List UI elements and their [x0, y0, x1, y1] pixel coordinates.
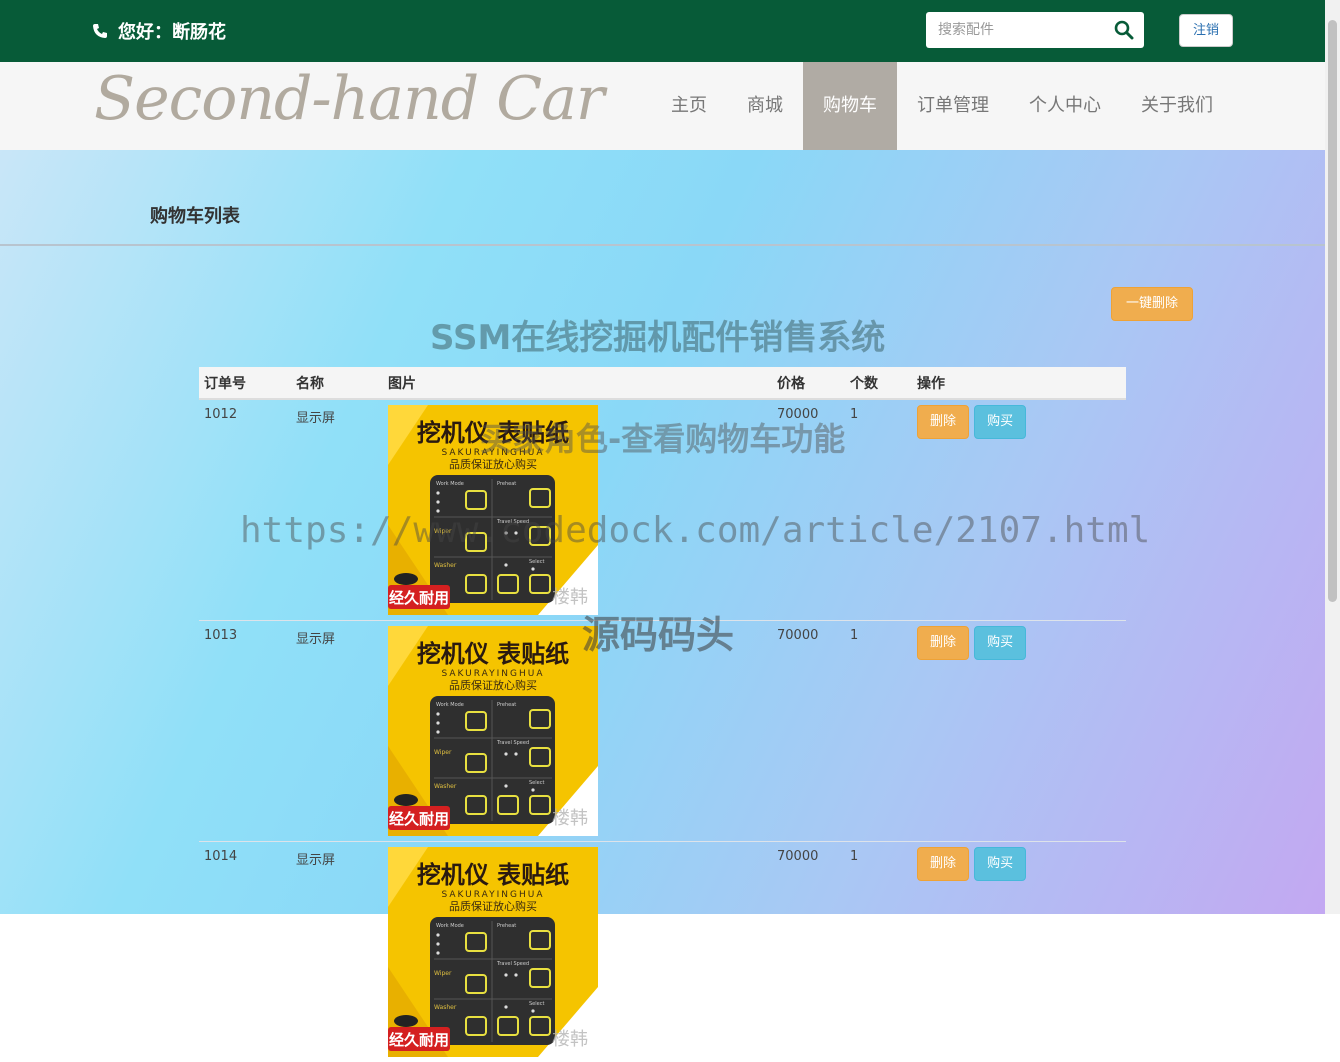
product-image-sub: SAKURAYINGHUA: [441, 669, 544, 679]
search-icon[interactable]: [1114, 20, 1134, 40]
watermark-role: 买家角色-查看购物车功能: [480, 414, 845, 460]
header-price: 价格: [772, 367, 845, 399]
page-scrollbar[interactable]: [1325, 0, 1340, 914]
product-image-l4: Select: [529, 1001, 544, 1007]
product-image-title: 挖机仪 表贴纸: [417, 640, 569, 668]
product-image-l0: Work Mode: [436, 481, 464, 487]
product-image[interactable]: 挖机仪 表贴纸 SAKURAYINGHUA 品质保证放心购买 Work Mode…: [388, 847, 598, 1057]
product-image-l3: Wiper: [434, 970, 452, 977]
product-image[interactable]: 挖机仪 表贴纸 SAKURAYINGHUA 品质保证放心购买 Work Mode…: [388, 626, 598, 836]
search-box: [926, 12, 1144, 48]
watermark-url: https://www.codedock.com/article/2107.ht…: [240, 510, 1150, 551]
price-cell: 70000: [772, 621, 845, 842]
nav-cart[interactable]: 购物车: [803, 62, 897, 150]
site-logo[interactable]: Second-hand Car: [94, 64, 604, 134]
buy-button[interactable]: 购买: [974, 626, 1026, 660]
product-image-sub: SAKURAYINGHUA: [441, 890, 544, 900]
nav-mall[interactable]: 商城: [727, 62, 803, 150]
product-image-badge: 经久耐用: [389, 1031, 449, 1049]
buy-button[interactable]: 购买: [974, 847, 1026, 881]
user-greeting: 您好：断肠花: [92, 18, 226, 44]
order-id-cell: 1013: [199, 621, 291, 842]
order-id-cell: 1014: [199, 842, 291, 1062]
nav-home[interactable]: 主页: [651, 62, 727, 150]
nav-bar: Second-hand Car 主页 商城 购物车 订单管理 个人中心 关于我们: [0, 62, 1325, 150]
product-image-l0: Work Mode: [436, 702, 464, 708]
product-image-l1: Preheat: [497, 481, 516, 487]
main-nav: 主页 商城 购物车 订单管理 个人中心 关于我们: [651, 62, 1233, 150]
scrollbar-thumb[interactable]: [1328, 20, 1337, 602]
header-name: 名称: [291, 367, 383, 399]
watermark-brand: 源码码头: [582, 604, 734, 659]
greeting-text: 您好：断肠花: [118, 18, 226, 44]
buy-button[interactable]: 购买: [974, 405, 1026, 439]
header-actions: 操作: [912, 367, 1126, 399]
product-image-l3: Wiper: [434, 749, 452, 756]
header-order-id: 订单号: [199, 367, 291, 399]
product-image-l5: Washer: [434, 1004, 457, 1011]
nav-profile[interactable]: 个人中心: [1009, 62, 1121, 150]
image-cell: 挖机仪 表贴纸 SAKURAYINGHUA 品质保证放心购买 Work Mode…: [383, 842, 772, 1062]
delete-button[interactable]: 删除: [917, 847, 969, 881]
delete-button[interactable]: 删除: [917, 626, 969, 660]
search-input[interactable]: [926, 12, 1106, 48]
product-image-corner: 楼韩: [552, 808, 588, 829]
header-image: 图片: [383, 367, 772, 399]
product-image-l4: Select: [529, 559, 544, 565]
bulk-delete-button[interactable]: 一键删除: [1111, 287, 1193, 321]
product-image-corner: 楼韩: [552, 1029, 588, 1050]
price-cell: 70000: [772, 842, 845, 1062]
nav-about[interactable]: 关于我们: [1121, 62, 1233, 150]
product-image-tag: 品质保证放心购买: [449, 678, 537, 692]
product-image-tag: 品质保证放心购买: [449, 899, 537, 913]
product-image-badge: 经久耐用: [389, 589, 449, 607]
delete-button[interactable]: 删除: [917, 405, 969, 439]
actions-cell: 删除 购买: [912, 621, 1126, 842]
product-image-l2: Travel Speed: [496, 740, 529, 746]
page-title: 购物车列表: [150, 202, 240, 228]
table-header-row: 订单号 名称 图片 价格 个数 操作: [199, 367, 1126, 399]
header-quantity: 个数: [845, 367, 912, 399]
product-image-l1: Preheat: [497, 702, 516, 708]
actions-cell: 删除 购买: [912, 842, 1126, 1062]
product-image-l1: Preheat: [497, 923, 516, 929]
product-image-badge: 经久耐用: [389, 810, 449, 828]
divider: [0, 244, 1325, 246]
logout-button[interactable]: 注销: [1179, 14, 1233, 47]
cart-table: 订单号 名称 图片 价格 个数 操作 1012显示屏 挖机仪 表贴纸 SAKUR…: [199, 367, 1126, 1062]
name-cell: 显示屏: [291, 842, 383, 1062]
product-image-title: 挖机仪 表贴纸: [417, 861, 569, 889]
product-image-l4: Select: [529, 780, 544, 786]
product-image-l5: Washer: [434, 783, 457, 790]
product-image-l0: Work Mode: [436, 923, 464, 929]
watermark-title: SSM在线挖掘机配件销售系统: [430, 310, 885, 359]
quantity-cell: 1: [845, 621, 912, 842]
main-content: 购物车列表 一键删除 订单号 名称 图片 价格 个数 操作 1012显示屏 挖机…: [0, 150, 1325, 914]
nav-orders[interactable]: 订单管理: [897, 62, 1009, 150]
quantity-cell: 1: [845, 842, 912, 1062]
table-row: 1014显示屏 挖机仪 表贴纸 SAKURAYINGHUA 品质保证放心购买 W…: [199, 842, 1126, 1062]
top-bar: 您好：断肠花 注销: [0, 0, 1325, 62]
name-cell: 显示屏: [291, 621, 383, 842]
phone-icon: [92, 23, 108, 39]
product-image-l5: Washer: [434, 562, 457, 569]
product-image-l2: Travel Speed: [496, 961, 529, 967]
